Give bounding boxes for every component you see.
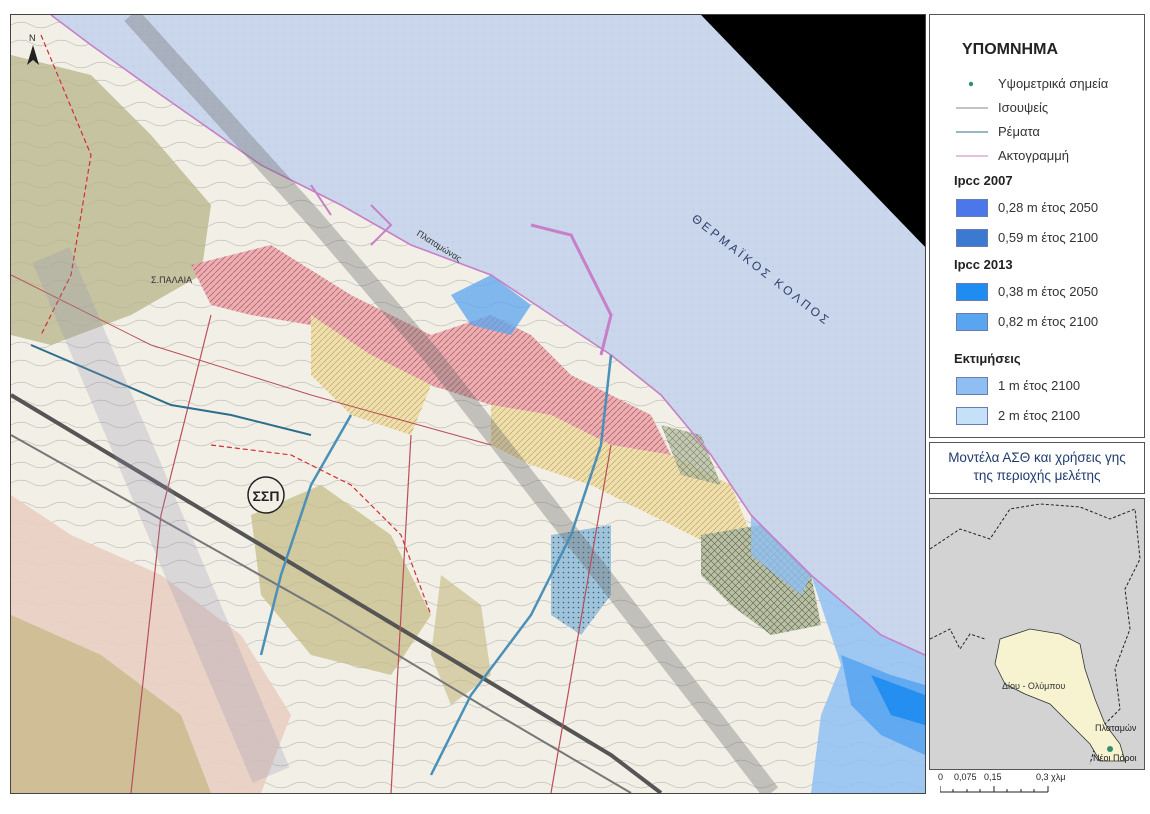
study-area-marker: [1107, 746, 1113, 752]
map-title-line-2: της περιοχής μελέτης: [973, 468, 1101, 483]
color-swatch: [956, 199, 988, 217]
scale-bar: 0 0,075 0,15 0,3 χλμ: [938, 772, 1138, 800]
line-symbol-icon: [954, 123, 988, 141]
legend-heading-estimates: Εκτιμήσεις: [954, 351, 1021, 366]
town-label: Πλαταμών: [1095, 723, 1137, 733]
hill-label: Σ.ΠΑΛΑΙΑ: [151, 275, 192, 285]
scale-label: 0,075: [954, 772, 977, 782]
main-map[interactable]: N ΣΣΠ Πλαταμώνας Σ.ΠΑΛΑΙΑ ΘΕΡΜΑΪΚΟΣ ΚΟΛΠ…: [10, 14, 926, 794]
legend-panel: ΥΠΟΜΝΗΜΑ Υψομετρικά σημεία Ισουψείς Ρέμα…: [929, 14, 1145, 438]
color-swatch: [956, 377, 988, 395]
scale-label: 0,3 χλμ: [1036, 772, 1066, 782]
scale-label: 0,15: [984, 772, 1002, 782]
scale-ruler-icon: [940, 786, 1049, 793]
line-symbol-icon: [954, 147, 988, 165]
point-symbol-icon: [954, 75, 988, 93]
inset-map[interactable]: Δίου - Ολύμπου Πλαταμών Νέοι Πόροι: [929, 498, 1145, 770]
line-symbol-icon: [954, 99, 988, 117]
municipality-label: Δίου - Ολύμπου: [1002, 681, 1065, 691]
color-swatch: [956, 283, 988, 301]
town-label: Νέοι Πόροι: [1093, 753, 1137, 763]
inset-canvas: Δίου - Ολύμπου Πλαταμών Νέοι Πόροι: [930, 499, 1144, 769]
legend-heading-ipcc2007: Ipcc 2007: [954, 173, 1013, 188]
map-title-box: Μοντέλα ΑΣΘ και χρήσεις γης της περιοχής…: [929, 442, 1145, 494]
zone-circle-label: ΣΣΠ: [247, 476, 285, 514]
color-swatch: [956, 313, 988, 331]
scale-label: 0: [938, 772, 944, 782]
color-swatch: [956, 229, 988, 247]
color-swatch: [956, 407, 988, 425]
svg-text:N: N: [29, 33, 36, 43]
svg-text:ΣΣΠ: ΣΣΠ: [253, 488, 280, 504]
legend-heading-ipcc2013: Ipcc 2013: [954, 257, 1013, 272]
legend-title: ΥΠΟΜΝΗΜΑ: [962, 41, 1058, 58]
map-title-line-1: Μοντέλα ΑΣΘ και χρήσεις γης: [948, 450, 1126, 465]
map-canvas: N ΣΣΠ Πλαταμώνας Σ.ΠΑΛΑΙΑ ΘΕΡΜΑΪΚΟΣ ΚΟΛΠ…: [11, 15, 925, 793]
